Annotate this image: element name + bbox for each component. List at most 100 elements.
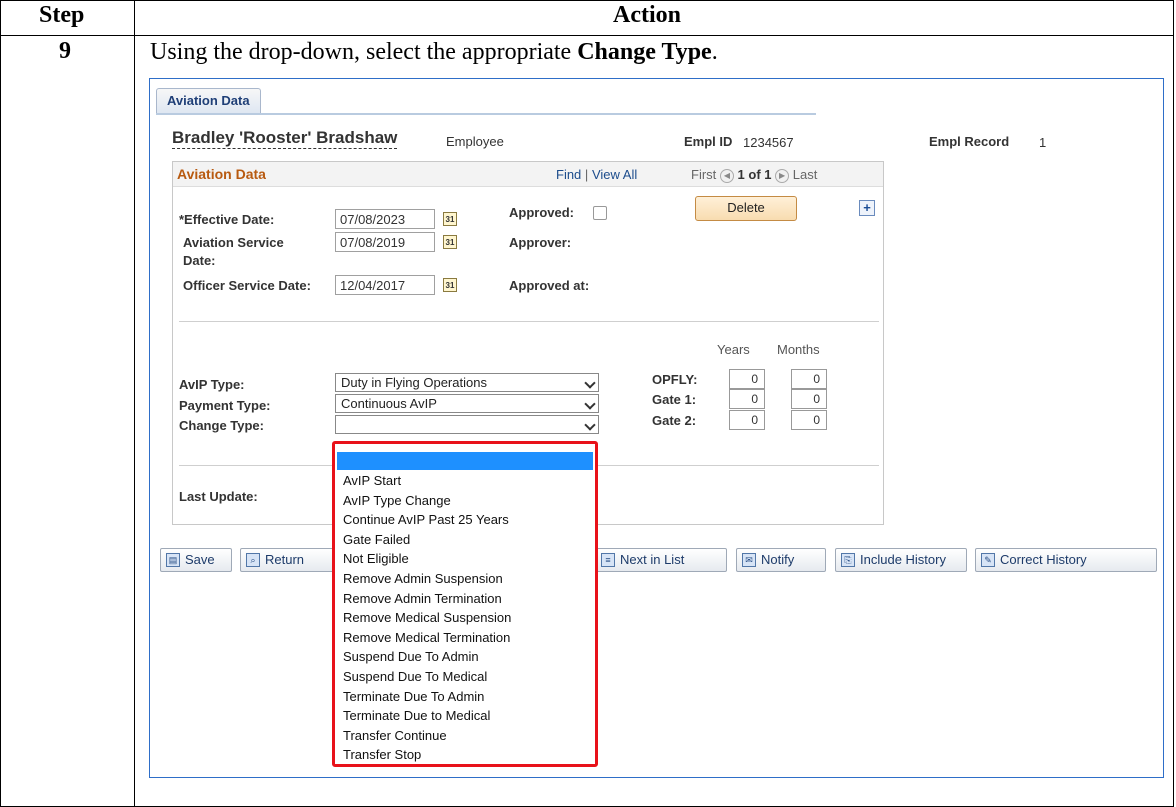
next-in-list-icon: ≡ xyxy=(601,553,615,567)
months-header: Months xyxy=(777,342,820,357)
table-top-border xyxy=(1,0,1173,1)
grid-header: Aviation Data Find | View All First ◀ 1 … xyxy=(173,162,883,187)
empl-id-value: 1234567 xyxy=(743,135,794,150)
return-button[interactable]: ⌕ Return xyxy=(240,548,336,572)
first-label[interactable]: First xyxy=(691,167,716,182)
payment-type-value: Continuous AvIP xyxy=(341,396,437,411)
tab-aviation-data[interactable]: Aviation Data xyxy=(156,88,261,113)
gate1-label: Gate 1: xyxy=(652,392,697,407)
dropdown-option[interactable]: AvIP Type Change xyxy=(343,491,451,511)
effective-date-label: *Effective Date: xyxy=(179,212,275,227)
dropdown-option[interactable]: Transfer Continue xyxy=(343,726,447,746)
gate1-years-input[interactable]: 0 xyxy=(729,389,765,409)
aviation-service-label: Aviation Service xyxy=(183,235,284,250)
employee-type: Employee xyxy=(446,134,504,149)
aviation-service-calendar-icon[interactable]: 31 xyxy=(443,235,457,249)
last-label[interactable]: Last xyxy=(793,167,818,182)
previous-icon[interactable]: ◀ xyxy=(719,168,734,183)
next-in-list-button[interactable]: ≡ Next in List xyxy=(595,548,727,572)
header-action: Action xyxy=(613,2,681,28)
dropdown-option[interactable]: Terminate Due To Admin xyxy=(343,687,484,707)
notify-icon: ✉ xyxy=(742,553,756,567)
next-in-list-label: Next in List xyxy=(620,552,685,567)
return-label: Return xyxy=(265,552,305,567)
step-number: 9 xyxy=(59,38,71,64)
empl-id-label: Empl ID xyxy=(684,134,733,149)
payment-type-label: Payment Type: xyxy=(179,398,271,413)
payment-type-select[interactable]: Continuous AvIP xyxy=(335,394,599,413)
dropdown-option[interactable]: Remove Admin Suspension xyxy=(343,569,503,589)
find-link[interactable]: Find xyxy=(556,167,581,182)
page-counter: 1 of 1 xyxy=(737,167,772,182)
aviation-service-label-line2: Date: xyxy=(183,253,216,268)
officer-service-date-input[interactable]: 12/04/2017 xyxy=(335,275,435,295)
last-update-label: Last Update: xyxy=(179,489,258,504)
instruction-emphasis: Change Type xyxy=(577,39,712,65)
years-header: Years xyxy=(717,342,750,357)
approved-label: Approved: xyxy=(509,205,574,220)
empl-record-value: 1 xyxy=(1039,135,1047,150)
table-header-divider xyxy=(1,35,1173,36)
include-history-label: Include History xyxy=(860,552,946,567)
dropdown-option[interactable]: Suspend Due To Medical xyxy=(343,667,487,687)
change-type-select[interactable] xyxy=(335,415,599,434)
opfly-months-input[interactable]: 0 xyxy=(791,369,827,389)
delete-button[interactable]: Delete xyxy=(695,196,797,221)
tab-underline xyxy=(156,113,816,115)
return-search-icon: ⌕ xyxy=(246,553,260,567)
include-history-icon: ⎘ xyxy=(841,553,855,567)
add-row-icon[interactable]: + xyxy=(859,200,875,216)
dropdown-option[interactable]: AvIP Start xyxy=(343,471,401,491)
dropdown-option[interactable]: Suspend Due To Admin xyxy=(343,647,479,667)
chevron-down-icon xyxy=(584,377,596,389)
avip-type-label: AvIP Type: xyxy=(179,377,245,392)
avip-type-value: Duty in Flying Operations xyxy=(341,375,487,390)
link-separator: | xyxy=(584,167,589,182)
officer-service-calendar-icon[interactable]: 31 xyxy=(443,278,457,292)
dropdown-option[interactable]: Remove Medical Suspension xyxy=(343,608,511,628)
screenshot-frame: Aviation Data Bradley 'Rooster' Bradshaw… xyxy=(149,78,1164,778)
approver-label: Approver: xyxy=(509,235,572,250)
table-column-divider xyxy=(134,0,135,807)
grid-title: Aviation Data xyxy=(177,166,266,182)
chevron-down-icon xyxy=(584,398,596,410)
notify-label: Notify xyxy=(761,552,795,567)
chevron-down-icon xyxy=(584,419,596,431)
gate2-years-input[interactable]: 0 xyxy=(729,410,765,430)
dropdown-option[interactable]: Transfer Stop xyxy=(343,745,421,765)
dropdown-option[interactable]: Gate Failed xyxy=(343,530,410,550)
notify-button[interactable]: ✉ Notify xyxy=(736,548,826,572)
effective-date-input[interactable]: 07/08/2023 xyxy=(335,209,435,229)
dropdown-option[interactable]: Remove Medical Termination xyxy=(343,628,510,648)
save-label: Save xyxy=(185,552,215,567)
empl-record-label: Empl Record xyxy=(929,134,1010,149)
approved-at-label: Approved at: xyxy=(509,278,590,293)
officer-service-label: Officer Service Date: xyxy=(183,278,311,293)
save-button[interactable]: ▤ Save xyxy=(160,548,232,572)
dropdown-option[interactable]: Not Eligible xyxy=(343,549,409,569)
approved-checkbox[interactable] xyxy=(593,206,607,220)
next-icon[interactable]: ▶ xyxy=(775,168,790,183)
change-type-label: Change Type: xyxy=(179,418,264,433)
correct-history-label: Correct History xyxy=(1000,552,1087,567)
dropdown-option-blank-selected[interactable] xyxy=(337,452,593,470)
opfly-label: OPFLY: xyxy=(652,372,698,387)
opfly-years-input[interactable]: 0 xyxy=(729,369,765,389)
instruction-text: Using the drop-down, select the appropri… xyxy=(150,39,718,65)
header-step: Step xyxy=(39,2,85,28)
dropdown-option[interactable]: Terminate Due to Medical xyxy=(343,706,490,726)
dropdown-option[interactable]: Continue AvIP Past 25 Years xyxy=(343,510,509,530)
employee-name[interactable]: Bradley 'Rooster' Bradshaw xyxy=(172,128,398,149)
dropdown-options: AvIP Start AvIP Type Change Continue AvIP … xyxy=(335,444,595,764)
dropdown-option[interactable]: Remove Admin Termination xyxy=(343,589,502,609)
gate1-months-input[interactable]: 0 xyxy=(791,389,827,409)
gate2-label: Gate 2: xyxy=(652,413,697,428)
effective-date-calendar-icon[interactable]: 31 xyxy=(443,212,457,226)
avip-type-select[interactable]: Duty in Flying Operations xyxy=(335,373,599,392)
include-history-button[interactable]: ⎘ Include History xyxy=(835,548,967,572)
gate2-months-input[interactable]: 0 xyxy=(791,410,827,430)
correct-history-button[interactable]: ✎ Correct History xyxy=(975,548,1157,572)
aviation-service-date-input[interactable]: 07/08/2019 xyxy=(335,232,435,252)
view-all-link[interactable]: View All xyxy=(592,167,637,182)
save-icon: ▤ xyxy=(166,553,180,567)
